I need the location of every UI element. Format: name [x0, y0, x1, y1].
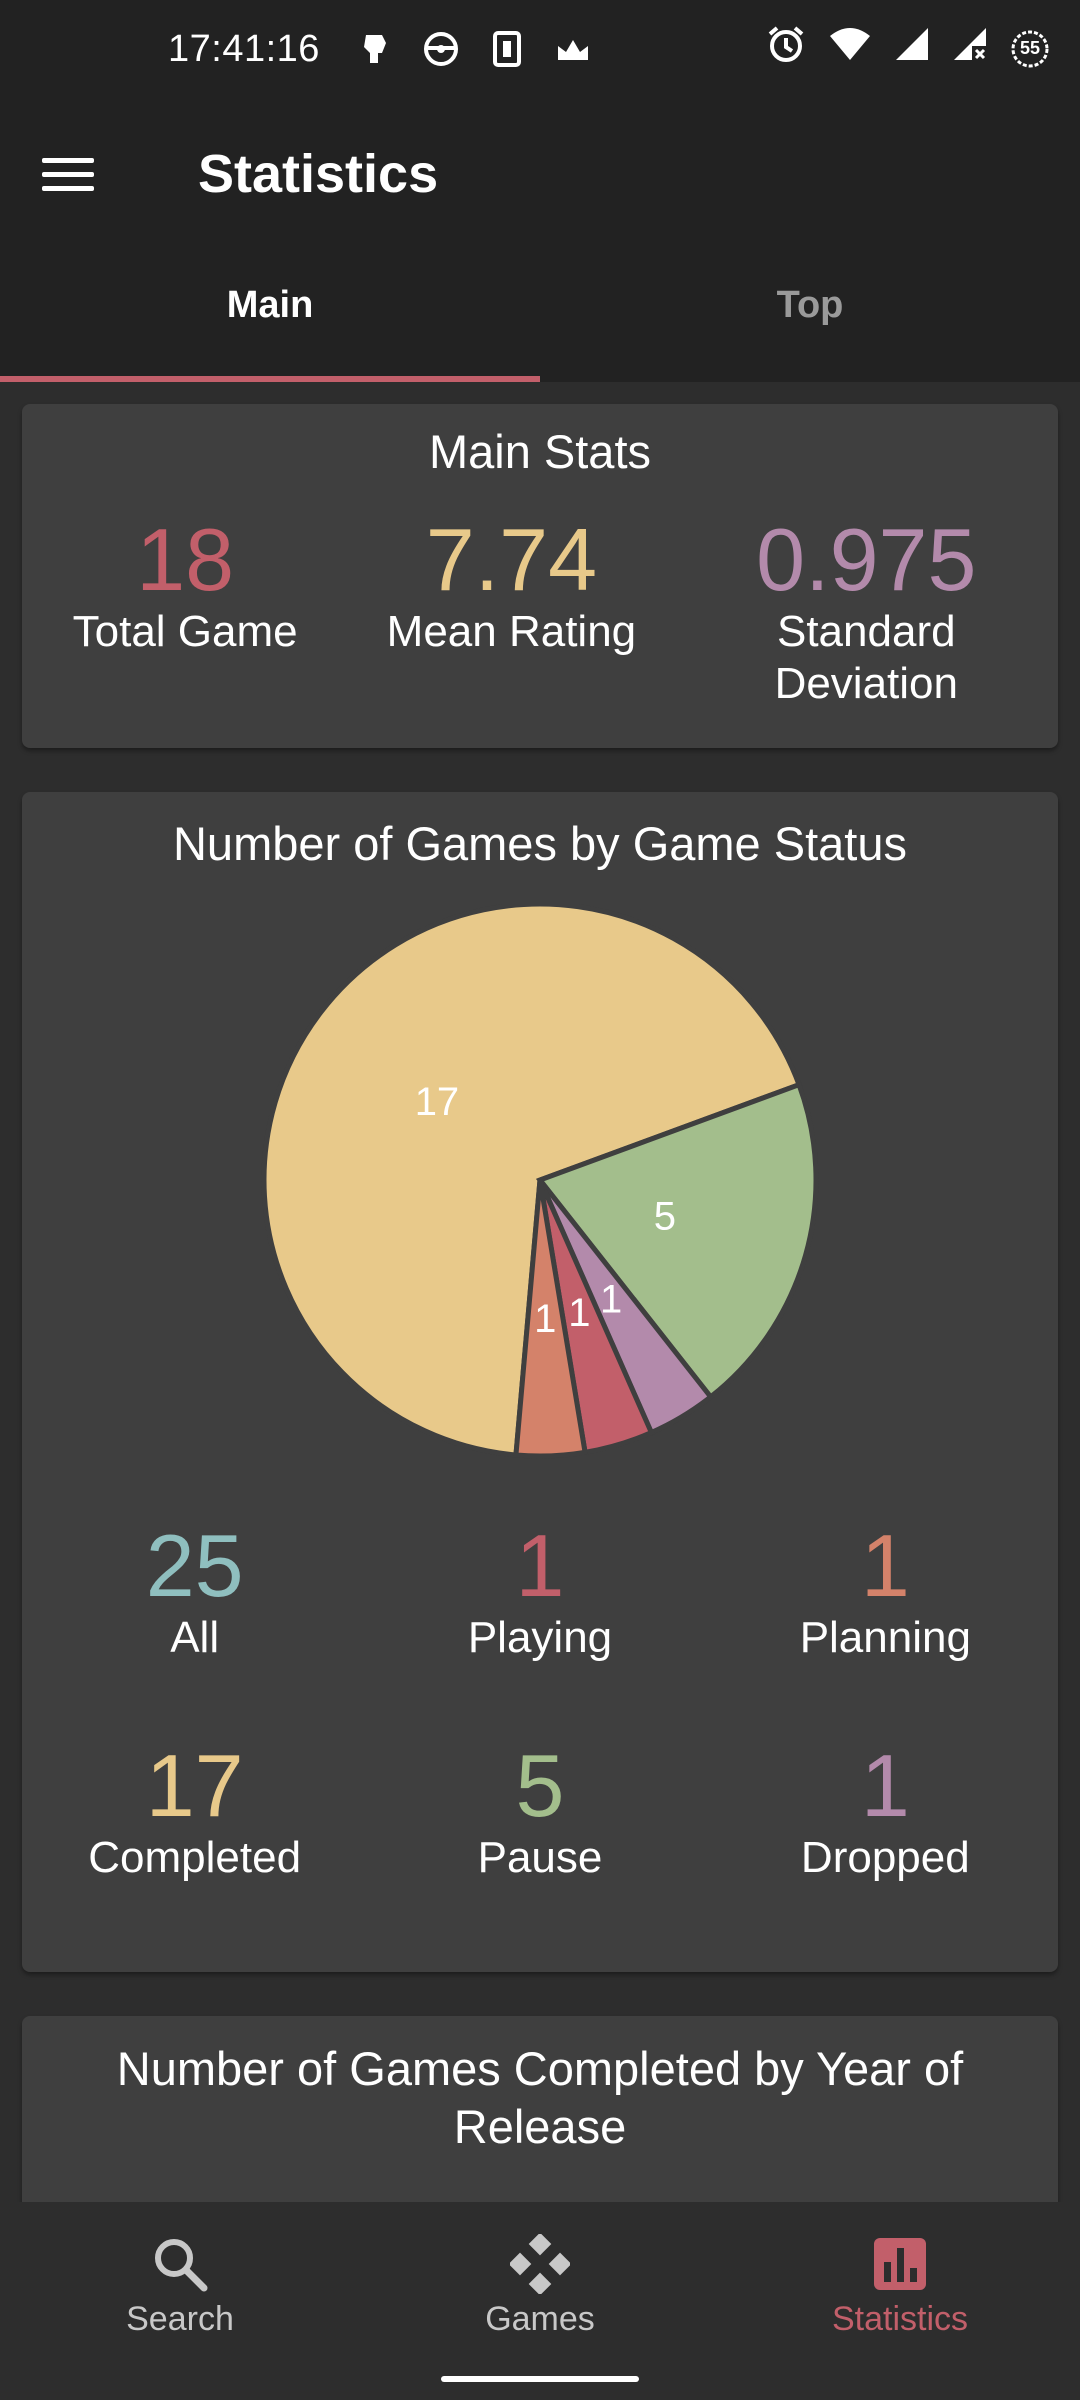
- pie-label-pause: 5: [654, 1194, 676, 1238]
- game-status-card: Number of Games by Game Status 17 5 1 1 1 25…: [22, 792, 1058, 1972]
- count-value: 17: [145, 1736, 244, 1835]
- status-time: 17:41:16: [168, 27, 320, 70]
- count-label: Completed: [88, 1833, 302, 1882]
- stat-label: Total Game: [72, 607, 298, 656]
- main-stats-row: 18 Total Game 7.74 Mean Rating 0.975 Sta…: [22, 514, 1058, 710]
- pie-label-completed: 17: [415, 1080, 460, 1124]
- count-value: 5: [515, 1736, 565, 1835]
- crown-icon: [554, 30, 592, 68]
- pie-label-planning: 1: [534, 1297, 556, 1341]
- main-stats-card: Main Stats 18 Total Game 7.74 Mean Ratin…: [22, 404, 1058, 748]
- menu-icon[interactable]: [42, 139, 112, 209]
- count-label: Dropped: [800, 1833, 970, 1882]
- tab-top[interactable]: Top: [540, 250, 1080, 382]
- count-completed[interactable]: 17 Completed: [22, 1740, 367, 1884]
- stat-label: Standard Deviation: [774, 607, 958, 708]
- nav-search[interactable]: Search: [0, 2202, 360, 2400]
- stat-value: 0.975: [756, 510, 977, 609]
- wifi-icon: [828, 26, 872, 72]
- stat-total-games: 18 Total Game: [22, 514, 348, 710]
- count-value: 25: [145, 1516, 244, 1615]
- app-bar: Statistics: [0, 98, 1080, 250]
- battery-icon: 55: [1010, 29, 1050, 69]
- page-title: Statistics: [198, 144, 439, 204]
- status-bar: 17:41:16 55: [0, 0, 1080, 98]
- signal-no-data-icon: [952, 26, 988, 72]
- completed-by-year-title: Number of Games Completed by Year of Rel…: [116, 2042, 964, 2153]
- count-label: Pause: [477, 1833, 603, 1882]
- stat-standard-deviation: 0.975 Standard Deviation: [675, 514, 1058, 710]
- count-all[interactable]: 25 All: [22, 1520, 367, 1664]
- count-value: 1: [515, 1516, 565, 1615]
- stat-value: 7.74: [425, 510, 598, 609]
- signal-icon: [894, 26, 930, 72]
- stat-value: 18: [136, 510, 235, 609]
- count-label: Playing: [467, 1613, 613, 1662]
- card-icon: [488, 30, 526, 68]
- status-counts-row-1: 25 All 1 Playing 1 Planning: [22, 1520, 1058, 1664]
- home-indicator: [441, 2376, 639, 2382]
- tab-bar: Main Top: [0, 250, 1080, 382]
- count-pause[interactable]: 5 Pause: [367, 1740, 712, 1884]
- nav-label: Search: [126, 2300, 234, 2338]
- alarm-icon: [766, 24, 806, 74]
- count-label: All: [170, 1613, 220, 1662]
- stat-mean-rating: 7.74 Mean Rating: [348, 514, 674, 710]
- fist-icon: [356, 30, 394, 68]
- count-playing[interactable]: 1 Playing: [367, 1520, 712, 1664]
- pie-label-dropped: 1: [600, 1277, 622, 1321]
- stat-label: Mean Rating: [386, 607, 637, 656]
- gamepad-icon: [510, 2234, 570, 2294]
- count-label: Planning: [799, 1613, 971, 1662]
- bar-chart-icon: [874, 2238, 926, 2290]
- count-value: 1: [860, 1516, 910, 1615]
- status-counts-row-2: 17 Completed 5 Pause 1 Dropped: [22, 1740, 1058, 1884]
- game-status-pie-chart: 17 5 1 1 1: [22, 901, 1058, 1464]
- count-dropped[interactable]: 1 Dropped: [713, 1740, 1058, 1884]
- count-planning[interactable]: 1 Planning: [713, 1520, 1058, 1664]
- tab-main[interactable]: Main: [0, 250, 540, 382]
- bottom-navigation: Search Games Statistics: [0, 2202, 1080, 2400]
- nav-statistics[interactable]: Statistics: [720, 2202, 1080, 2400]
- battery-level: 55: [1019, 38, 1041, 58]
- steering-wheel-icon: [422, 30, 460, 68]
- game-status-title: Number of Games by Game Status: [172, 817, 907, 870]
- search-icon: [155, 2239, 208, 2292]
- nav-games[interactable]: Games: [360, 2202, 720, 2400]
- main-stats-title: Main Stats: [428, 425, 652, 478]
- pie-svg: 175111: [261, 901, 819, 1459]
- nav-label: Games: [485, 2300, 595, 2338]
- nav-label: Statistics: [831, 2300, 969, 2338]
- pie-label-playing: 1: [568, 1291, 590, 1335]
- count-value: 1: [860, 1736, 910, 1835]
